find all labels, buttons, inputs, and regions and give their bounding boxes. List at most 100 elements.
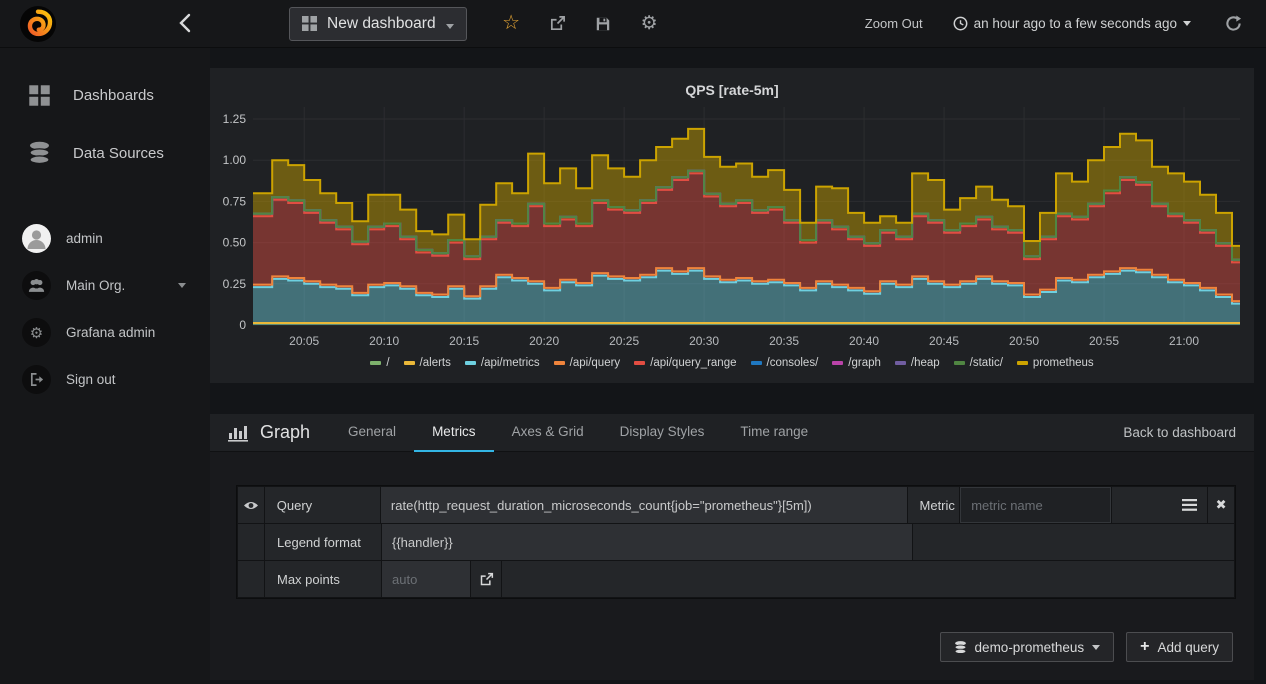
panel-editor: Graph General Metrics Axes & Grid Display S…: [210, 414, 1254, 680]
legend-item[interactable]: /consoles/: [750, 357, 818, 369]
tab-metrics[interactable]: Metrics: [414, 414, 494, 452]
zoom-out-button[interactable]: Zoom Out: [865, 16, 923, 31]
legend-format-input-cell: [382, 524, 912, 560]
toggle-query-visibility-button[interactable]: [238, 487, 264, 523]
y-axis-tick: 0: [239, 318, 246, 332]
editor-tabs: General Metrics Axes & Grid Display Styles T…: [330, 414, 826, 452]
time-range-label: an hour ago to a few seconds ago: [973, 16, 1177, 31]
external-link-icon: [480, 572, 493, 585]
y-axis-tick: 1.00: [223, 153, 247, 167]
qps-chart[interactable]: 0 0.25 0.50 0.75 1.00 1.25 20:05 20:10 20:15 20:2…: [210, 100, 1254, 350]
row-spacer-cell: [238, 524, 264, 560]
legend-color-dash: [894, 361, 906, 365]
refresh-icon[interactable]: [1225, 15, 1242, 32]
back-to-dashboard-link[interactable]: Back to dashboard: [1123, 425, 1236, 440]
legend-item[interactable]: /graph: [832, 357, 881, 369]
metric-label: Metric: [907, 487, 960, 523]
star-icon[interactable]: ☆: [502, 13, 520, 33]
hamburger-icon: [1182, 499, 1198, 511]
sidebar-item-label: Grafana admin: [66, 325, 156, 340]
legend-color-dash: [634, 361, 646, 365]
row-filler-cell: [913, 524, 1234, 560]
grafana-logo[interactable]: [0, 5, 76, 43]
panel-type: Graph: [210, 422, 330, 443]
legend-item[interactable]: prometheus: [1016, 357, 1094, 369]
legend-item[interactable]: /alerts: [403, 357, 451, 369]
max-points-label: Max points: [265, 561, 381, 597]
save-icon[interactable]: [595, 15, 612, 32]
x-axis-tick: 20:55: [1089, 334, 1119, 348]
legend-label: /api/query_range: [650, 357, 737, 369]
query-row: Query Metric ✖: [238, 487, 1234, 523]
eye-icon: [243, 501, 258, 509]
query-input[interactable]: [380, 497, 907, 513]
chevron-down-icon: [1183, 21, 1191, 26]
sidebar-item-label: Dashboards: [73, 87, 154, 104]
tab-time-range[interactable]: Time range: [722, 414, 826, 452]
legend-item[interactable]: /api/query_range: [634, 357, 737, 369]
x-axis-tick: 20:30: [689, 334, 719, 348]
top-navbar: New dashboard ☆ ⚙ Zoom Out an hour ago t…: [0, 0, 1266, 48]
metrics-tab-content: Query Metric ✖: [210, 452, 1254, 680]
legend-format-input[interactable]: [382, 534, 912, 550]
legend-color-dash: [953, 361, 965, 365]
sidebar-item-main-org[interactable]: Main Org.: [0, 266, 210, 305]
close-icon: ✖: [1215, 497, 1227, 512]
legend-label: /heap: [910, 357, 940, 369]
legend-color-dash: [403, 361, 415, 365]
max-points-link-button[interactable]: [471, 561, 501, 597]
grid-icon: [302, 16, 317, 31]
sidebar-item-label: Data Sources: [73, 144, 164, 162]
max-points-input-cell: [382, 561, 470, 597]
max-points-input[interactable]: [382, 571, 470, 587]
panel-type-label: Graph: [260, 422, 311, 442]
legend-color-dash: [553, 361, 565, 365]
tab-general[interactable]: General: [330, 414, 414, 452]
sidebar-item-grafana-admin[interactable]: ⚙ Grafana admin: [0, 313, 210, 352]
legend-color-dash: [464, 361, 476, 365]
y-axis-tick: 0.50: [223, 236, 247, 250]
legend-label: /graph: [848, 357, 881, 369]
row-spacer-cell: [238, 561, 264, 597]
y-axis-tick: 0.75: [223, 194, 247, 208]
sidebar-item-label: admin: [66, 231, 103, 246]
database-icon: [29, 141, 50, 165]
datasource-picker-button[interactable]: demo-prometheus: [939, 632, 1115, 662]
legend-item[interactable]: /heap: [894, 357, 940, 369]
x-axis-tick: 20:15: [449, 334, 479, 348]
share-icon[interactable]: [549, 15, 566, 32]
dashboard-content: QPS [rate-5m] 0 0.25 0.50 0.75 1.00 1.25 20:05…: [210, 48, 1266, 684]
chevron-down-icon: [1092, 644, 1101, 650]
users-icon: [22, 271, 51, 300]
legend-item[interactable]: /: [370, 357, 390, 369]
legend-label: /static/: [969, 357, 1003, 369]
tab-display-styles[interactable]: Display Styles: [602, 414, 723, 452]
dashboard-title: New dashboard: [327, 14, 436, 32]
add-query-label: Add query: [1157, 639, 1219, 655]
metric-name-input[interactable]: [961, 497, 1110, 513]
add-query-button[interactable]: + Add query: [1126, 632, 1233, 662]
sidebar-item-admin[interactable]: admin: [0, 219, 210, 258]
legend-item[interactable]: /api/query: [553, 357, 620, 369]
remove-query-button[interactable]: ✖: [1208, 487, 1234, 523]
sidebar-item-dashboards[interactable]: Dashboards: [0, 74, 210, 117]
panel-title[interactable]: QPS [rate-5m]: [210, 68, 1254, 100]
sidebar-item-sign-out[interactable]: Sign out: [0, 360, 210, 399]
legend-item[interactable]: /api/metrics: [464, 357, 540, 369]
time-range-picker[interactable]: an hour ago to a few seconds ago: [953, 16, 1191, 31]
legend-item[interactable]: /static/: [953, 357, 1003, 369]
chevron-down-icon: [178, 283, 187, 288]
gear-icon[interactable]: ⚙: [641, 14, 658, 33]
x-axis-tick: 20:20: [529, 334, 559, 348]
bar-chart-icon: [228, 425, 248, 442]
query-menu-button[interactable]: [1111, 487, 1208, 523]
tab-axes-grid[interactable]: Axes & Grid: [494, 414, 602, 452]
chevron-down-icon: [445, 24, 454, 29]
sidebar-item-label: Main Org.: [66, 278, 126, 293]
collapse-sidebar-icon[interactable]: [178, 13, 191, 36]
query-editor-table: Query Metric ✖: [236, 485, 1236, 599]
dashboard-picker-button[interactable]: New dashboard: [289, 6, 467, 41]
sign-out-icon: [22, 365, 51, 394]
sidebar-item-data-sources[interactable]: Data Sources: [0, 131, 210, 175]
